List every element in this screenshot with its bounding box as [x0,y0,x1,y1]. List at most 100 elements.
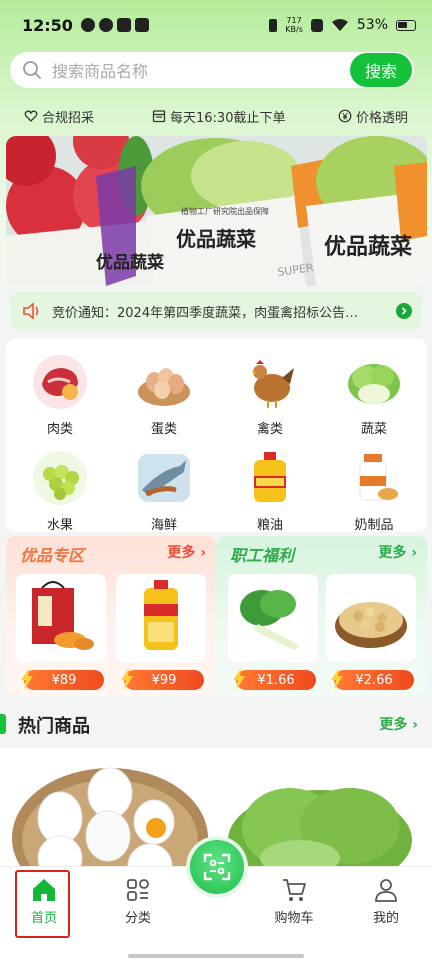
search-input[interactable]: 搜索商品名称 [52,58,148,82]
category-label: 奶制品 [354,518,394,533]
hot-products-header: 热门商品 更多 › [0,712,432,738]
cart-icon [283,879,306,901]
lightning-icon [233,668,245,690]
employee-welfare: 职工福利 更多 › ¥1.66 ¥2.66 [216,536,427,696]
price-tag: ¥99 [121,668,204,690]
nav-cart[interactable]: 购物车 [264,877,324,926]
price-value: ¥2.66 [355,672,393,688]
banner-brand-text: 优品蔬菜 [176,227,256,251]
status-bar: 12:50 717 KB/s 53% [0,0,432,50]
speaker-icon [23,302,39,320]
category-seafood[interactable]: 海鲜 [124,450,204,533]
status-time: 12:50 [22,15,73,35]
hot-products-title: 热门商品 [18,716,90,737]
employee-welfare-more-link[interactable]: 更多 › [378,542,417,562]
more-label: 更多 [378,545,407,561]
home-indicator [128,954,304,958]
category-eggs[interactable]: 蛋类 [124,354,204,437]
price-tag: ¥1.66 [233,668,316,690]
scan-icon [203,853,231,881]
price-value: ¥89 [51,672,77,688]
category-label: 水果 [46,518,73,533]
category-label: 蛋类 [150,422,177,437]
category-label: 海鲜 [150,518,177,533]
price-value: ¥1.66 [257,672,295,688]
net-speed: 717 KB/s [285,16,303,34]
lightning-icon [331,668,343,690]
search-bar[interactable]: 搜索商品名称 搜索 [10,52,414,88]
category-grain-oil[interactable]: 粮油 [230,450,310,533]
calendar-icon [152,110,166,123]
category-label: 粮油 [256,518,283,533]
clover-icon [116,18,131,32]
product-card[interactable] [116,574,206,662]
section-marker [0,714,6,734]
category-fruit[interactable]: 水果 [20,450,100,533]
price-value: ¥99 [151,672,177,688]
wifi-icon [331,19,348,31]
gift-box-icon [32,581,94,650]
fish-icon [138,454,190,502]
product-card[interactable] [16,574,106,662]
nav-label: 我的 [372,911,399,926]
banner-factory-text: 植物工厂研究院出品保障 [181,206,269,216]
feature-label: 每天16:30截止下单 [170,110,286,126]
category-dairy[interactable]: 奶制品 [334,450,414,533]
nav-label: 购物车 [274,911,314,926]
net-speed-value: 717 [286,16,302,25]
premium-zone-title: 优品专区 [20,546,85,565]
category-label: 蔬菜 [360,422,387,437]
feature-deadline: 每天16:30截止下单 [152,107,285,126]
soybeans-icon [335,602,407,648]
category-grid: 肉类 蛋类 禽类 蔬菜 水果 海鲜 粮油 奶制品 [6,338,427,533]
lightning-icon [121,668,133,690]
category-label: 肉类 [46,422,73,437]
category-meat[interactable]: 肉类 [20,354,100,437]
message-icon [134,18,149,32]
nav-mine[interactable]: 我的 [356,877,416,926]
banner-brand-text-2: 优品蔬菜 [96,252,165,273]
promo-banner[interactable]: 优品蔬菜 优品蔬菜 SUPERIOR VEGETABLES 植物工厂研究院出品保… [6,136,427,286]
bok-choy-icon [240,590,300,650]
price-tag: ¥89 [21,668,104,690]
notice-text: 竞价通知：2024年第四季度蔬菜，肉蛋禽招标公告… [52,305,359,321]
category-poultry[interactable]: 禽类 [230,354,310,437]
banner-brand-text-3: 优品蔬菜 [324,234,412,260]
more-label: 更多 [167,545,196,561]
weibo-icon [80,18,95,32]
premium-zone-more-link[interactable]: 更多 › [167,542,206,562]
net-speed-unit: KB/s [285,25,303,34]
nav-category[interactable]: 分类 [108,877,168,926]
oil-icon [254,452,286,502]
category-vegetables[interactable]: 蔬菜 [334,354,414,437]
battery-percent: 53% [356,17,388,33]
price-tag: ¥2.66 [331,668,414,690]
oil-bottle-icon [144,580,178,650]
hot-products-more-link[interactable]: 更多 › [379,714,418,734]
search-button[interactable]: 搜索 [350,53,412,87]
grid-icon [127,879,149,901]
notice-bar[interactable]: 竞价通知：2024年第四季度蔬菜，肉蛋禽招标公告… [10,292,422,330]
employee-welfare-title: 职工福利 [230,546,295,565]
feature-compliant: 合规招采 [24,107,94,126]
feature-strip: 合规招采 每天16:30截止下单 价格透明 [0,104,432,128]
status-right: 717 KB/s 53% [269,16,416,34]
search-icon [23,61,41,79]
chevron-right-icon[interactable] [396,303,412,319]
product-card[interactable] [228,574,318,662]
sim-icon [310,18,323,32]
scan-button[interactable] [190,840,244,894]
grapes-icon [33,451,87,505]
home-highlight-box [15,870,70,938]
banner-illustration: 优品蔬菜 优品蔬菜 SUPERIOR VEGETABLES 植物工厂研究院出品保… [6,136,427,286]
category-label: 禽类 [256,422,283,437]
milk-icon [359,454,398,501]
app-icon [98,18,113,32]
battery-icon [396,19,416,31]
more-label: 更多 [379,717,408,733]
lettuce-icon [348,364,400,404]
vibrate-icon [269,18,278,32]
feature-label: 价格透明 [356,110,409,126]
product-card[interactable] [326,574,416,662]
user-icon [375,879,397,902]
